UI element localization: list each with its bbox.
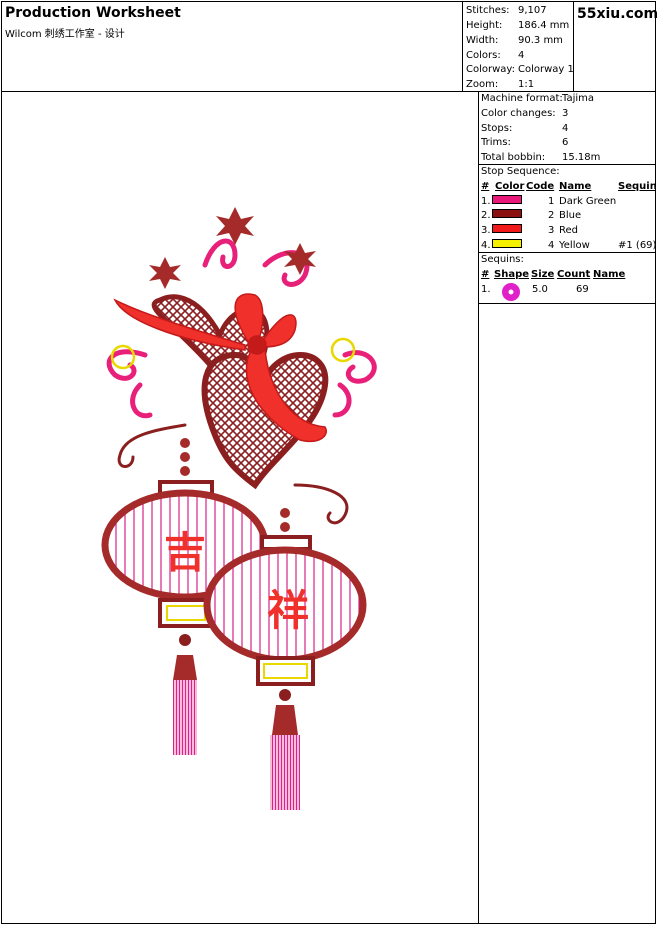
stop-row-name: Red xyxy=(559,225,578,236)
thread-swatch xyxy=(492,224,522,233)
summary-divider-right xyxy=(573,1,574,91)
sequin-row-size: 5.0 xyxy=(532,284,548,295)
stop-row-code: 2 xyxy=(548,210,555,221)
height-value: 186.4 mm xyxy=(518,20,570,31)
zoom-label: Zoom: xyxy=(466,79,499,90)
sequin-row-count: 69 xyxy=(576,284,589,295)
sequins-title: Sequins: xyxy=(481,254,524,265)
stops-label: Stops: xyxy=(481,123,513,134)
stop-sequence-title: Stop Sequence: xyxy=(481,166,560,177)
machine-divider xyxy=(478,164,656,165)
stop-row-name: Blue xyxy=(559,210,582,221)
stop-col-sequins: Sequin xyxy=(618,181,655,192)
stop-row-num: 2. xyxy=(481,210,491,221)
thread-swatch xyxy=(492,195,522,204)
total-bobbin-label: Total bobbin: xyxy=(481,152,546,163)
machine-format-value: Tajima xyxy=(562,93,595,104)
sequin-shape-icon xyxy=(502,283,520,301)
sequin-col-num: # xyxy=(481,269,490,280)
zoom-value: 1:1 xyxy=(518,79,535,90)
stop-row-num: 1. xyxy=(481,196,491,207)
width-value: 90.3 mm xyxy=(518,35,563,46)
stitches-value: 9,107 xyxy=(518,5,547,16)
sequin-row-num: 1. xyxy=(481,284,491,295)
thread-swatch xyxy=(492,239,522,248)
total-bobbin-value: 15.18m xyxy=(562,152,601,163)
stop-row-name: Yellow xyxy=(559,240,590,251)
stop-col-color: Color xyxy=(495,181,525,192)
sequins-divider xyxy=(478,303,656,304)
machine-format-label: Machine format: xyxy=(481,93,563,104)
stop-row-code: 1 xyxy=(548,196,555,207)
sequin-col-size: Size xyxy=(531,269,555,280)
embroidery-design-preview: 吉 祥 xyxy=(101,207,377,810)
page-title: Production Worksheet xyxy=(5,5,181,21)
colorway-value: Colorway 1 xyxy=(518,64,574,75)
header-divider xyxy=(1,91,656,92)
thread-swatch xyxy=(492,209,522,218)
stop-row-code: 4 xyxy=(548,240,555,251)
stitches-label: Stitches: xyxy=(466,5,510,16)
colors-value: 4 xyxy=(518,50,525,61)
trims-label: Trims: xyxy=(481,137,511,148)
color-changes-value: 3 xyxy=(562,108,569,119)
design-subtitle: Wilcom 刺绣工作室 - 设计 xyxy=(5,29,125,40)
svg-text:吉: 吉 xyxy=(164,528,206,577)
sequin-col-name: Name xyxy=(593,269,626,280)
sequin-col-count: Count xyxy=(557,269,591,280)
stop-col-name: Name xyxy=(559,181,592,192)
stop-col-num: # xyxy=(481,181,490,192)
sidebar-divider xyxy=(478,91,479,924)
summary-divider-left xyxy=(462,1,463,91)
colorway-label: Colorway: xyxy=(466,64,515,75)
site-watermark: 55xiu.com xyxy=(577,6,659,22)
stops-value: 4 xyxy=(562,123,569,134)
stop-row-num: 3. xyxy=(481,225,491,236)
stop-row-code: 3 xyxy=(548,225,555,236)
width-label: Width: xyxy=(466,35,499,46)
trims-value: 6 xyxy=(562,137,569,148)
stops-divider xyxy=(478,252,656,253)
sequin-col-shape: Shape xyxy=(494,269,530,280)
stop-row-name: Dark Green xyxy=(559,196,617,207)
color-changes-label: Color changes: xyxy=(481,108,556,119)
stop-row-num: 4. xyxy=(481,240,491,251)
colors-label: Colors: xyxy=(466,50,501,61)
stop-row-sequins: #1 (69) xyxy=(618,240,657,251)
height-label: Height: xyxy=(466,20,503,31)
svg-text:祥: 祥 xyxy=(267,586,309,635)
stop-col-code: Code xyxy=(526,181,555,192)
